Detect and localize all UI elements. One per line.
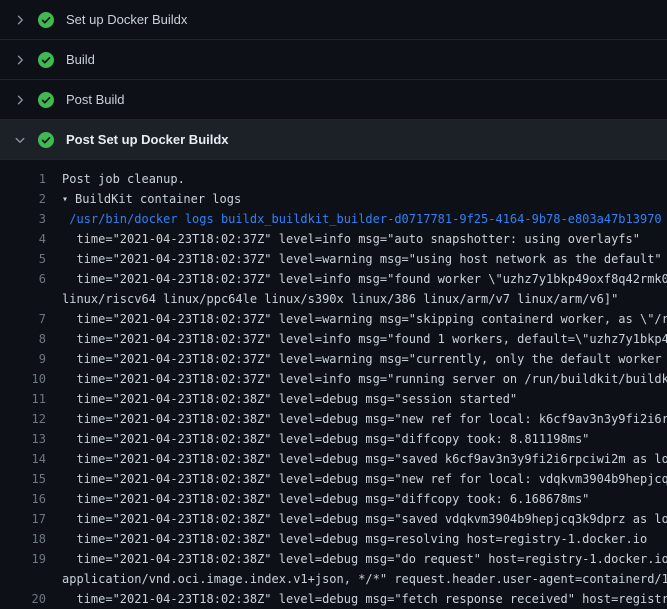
step-header[interactable]: Set up Docker Buildx	[0, 0, 667, 40]
step-header[interactable]: Post Set up Docker Buildx	[0, 120, 667, 160]
log-line-number[interactable]: 19	[0, 549, 46, 569]
step-list: Set up Docker Buildx Build P	[0, 0, 667, 160]
log-line-text: time="2021-04-23T18:02:38Z" level=debug …	[46, 429, 667, 449]
log-line-number[interactable]: 18	[0, 529, 46, 549]
log-line: 15 time="2021-04-23T18:02:38Z" level=deb…	[0, 469, 667, 489]
step-label: Post Set up Docker Buildx	[66, 132, 229, 147]
check-circle-icon	[38, 92, 54, 108]
log-line: 13 time="2021-04-23T18:02:38Z" level=deb…	[0, 429, 667, 449]
log-line-number[interactable]: 4	[0, 229, 46, 249]
log-line: 11 time="2021-04-23T18:02:38Z" level=deb…	[0, 389, 667, 409]
chevron-right-icon	[12, 52, 28, 68]
log-line-text: application/vnd.oci.image.index.v1+json,…	[46, 569, 667, 589]
log-line-number[interactable]: 14	[0, 449, 46, 469]
log-line-text: time="2021-04-23T18:02:37Z" level=info m…	[46, 229, 667, 249]
log-line-text: time="2021-04-23T18:02:37Z" level=info m…	[46, 329, 667, 349]
log-line-number[interactable]: 17	[0, 509, 46, 529]
log-line: 12 time="2021-04-23T18:02:38Z" level=deb…	[0, 409, 667, 429]
log-line-number[interactable]: 3	[0, 209, 46, 229]
log-line: 18 time="2021-04-23T18:02:38Z" level=deb…	[0, 529, 667, 549]
log-line: linux/riscv64 linux/ppc64le linux/s390x …	[0, 289, 667, 309]
log-line-text: /usr/bin/docker logs buildx_buildkit_bui…	[46, 209, 667, 229]
log-line-number[interactable]: 7	[0, 309, 46, 329]
log-line: 20 time="2021-04-23T18:02:38Z" level=deb…	[0, 589, 667, 609]
check-circle-icon	[38, 52, 54, 68]
check-circle-icon	[38, 12, 54, 28]
log-line-number[interactable]: 15	[0, 469, 46, 489]
log-line-text: time="2021-04-23T18:02:37Z" level=info m…	[46, 269, 667, 289]
step-label: Post Build	[66, 92, 125, 107]
step-label: Build	[66, 52, 95, 67]
log-line-number[interactable]: 11	[0, 389, 46, 409]
log-line-text: time="2021-04-23T18:02:37Z" level=warnin…	[46, 249, 667, 269]
log-line-text: time="2021-04-23T18:02:38Z" level=debug …	[46, 469, 667, 489]
actions-log-viewer: { "colors": { "bg": "#0d1117", "border":…	[0, 0, 667, 600]
log-line: 10 time="2021-04-23T18:02:37Z" level=inf…	[0, 369, 667, 389]
log-line-text: time="2021-04-23T18:02:38Z" level=debug …	[46, 389, 667, 409]
log-line: 1 Post job cleanup.	[0, 169, 667, 189]
log-line-number[interactable]: 1	[0, 169, 46, 189]
log-line-text: Post job cleanup.	[46, 169, 667, 189]
log-line: 5 time="2021-04-23T18:02:37Z" level=warn…	[0, 249, 667, 269]
log-line-number[interactable]: 13	[0, 429, 46, 449]
log-line-number[interactable]: 12	[0, 409, 46, 429]
log-line-number[interactable]: 9	[0, 349, 46, 369]
log-line-text: time="2021-04-23T18:02:38Z" level=debug …	[46, 489, 667, 509]
step-label: Set up Docker Buildx	[66, 12, 187, 27]
log-line-text: time="2021-04-23T18:02:37Z" level=info m…	[46, 369, 667, 389]
log-line-number[interactable]	[0, 569, 46, 589]
step-header[interactable]: Post Build	[0, 80, 667, 120]
check-circle-icon	[38, 132, 54, 148]
log-line-text: time="2021-04-23T18:02:38Z" level=debug …	[46, 549, 667, 569]
chevron-right-icon	[12, 92, 28, 108]
log-group-caret-icon: ▾	[62, 190, 68, 209]
log-line-text: time="2021-04-23T18:02:38Z" level=debug …	[46, 529, 667, 549]
log-line-text: time="2021-04-23T18:02:38Z" level=debug …	[46, 409, 667, 429]
log-line-number[interactable]: 16	[0, 489, 46, 509]
log-line-number[interactable]: 2	[0, 189, 46, 209]
step-header[interactable]: Build	[0, 40, 667, 80]
log-line-number[interactable]: 6	[0, 269, 46, 289]
log-line-text: ▾ BuildKit container logs	[46, 189, 667, 209]
log-line-number[interactable]: 8	[0, 329, 46, 349]
chevron-down-icon	[12, 132, 28, 148]
log-line-text: linux/riscv64 linux/ppc64le linux/s390x …	[46, 289, 667, 309]
log-line: 7 time="2021-04-23T18:02:37Z" level=warn…	[0, 309, 667, 329]
chevron-right-icon	[12, 12, 28, 28]
log-line: 3 /usr/bin/docker logs buildx_buildkit_b…	[0, 209, 667, 229]
log-line-number[interactable]: 10	[0, 369, 46, 389]
log-line-number[interactable]: 5	[0, 249, 46, 269]
log-line: 8 time="2021-04-23T18:02:37Z" level=info…	[0, 329, 667, 349]
log-line[interactable]: 2 ▾ BuildKit container logs	[0, 189, 667, 209]
log-area: 1 Post job cleanup. 2 ▾ BuildKit containe…	[0, 160, 667, 609]
log-line: 9 time="2021-04-23T18:02:37Z" level=warn…	[0, 349, 667, 369]
log-line-number[interactable]	[0, 289, 46, 309]
log-line: application/vnd.oci.image.index.v1+json,…	[0, 569, 667, 589]
log-line: 14 time="2021-04-23T18:02:38Z" level=deb…	[0, 449, 667, 469]
log-line: 6 time="2021-04-23T18:02:37Z" level=info…	[0, 269, 667, 289]
log-line: 16 time="2021-04-23T18:02:38Z" level=deb…	[0, 489, 667, 509]
log-line-text: time="2021-04-23T18:02:37Z" level=warnin…	[46, 349, 667, 369]
log-line: 4 time="2021-04-23T18:02:37Z" level=info…	[0, 229, 667, 249]
log-line-text: time="2021-04-23T18:02:37Z" level=warnin…	[46, 309, 667, 329]
log-line-text: time="2021-04-23T18:02:38Z" level=debug …	[46, 589, 667, 609]
log-line-text: time="2021-04-23T18:02:38Z" level=debug …	[46, 509, 667, 529]
log-group-label: BuildKit container logs	[75, 192, 241, 206]
log-line-number[interactable]: 20	[0, 589, 46, 609]
log-line: 17 time="2021-04-23T18:02:38Z" level=deb…	[0, 509, 667, 529]
log-line-text: time="2021-04-23T18:02:38Z" level=debug …	[46, 449, 667, 469]
log-line: 19 time="2021-04-23T18:02:38Z" level=deb…	[0, 549, 667, 569]
